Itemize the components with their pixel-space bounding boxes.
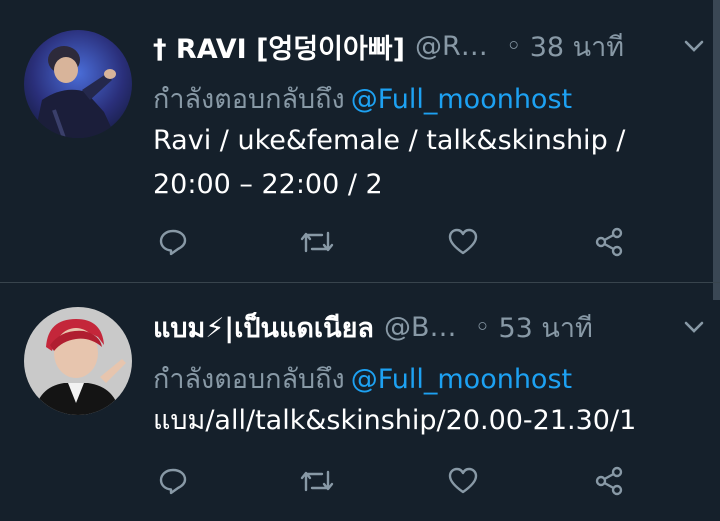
reply-prefix: กำลังตอบกลับถึง	[153, 364, 345, 395]
display-name[interactable]: † RAVI [엉덩이아빠]	[153, 27, 405, 66]
handle[interactable]: @B…	[384, 312, 457, 343]
like-icon[interactable]	[443, 461, 483, 501]
scrollbar[interactable]	[713, 0, 720, 300]
reply-mention-link[interactable]: @Full_moonhost	[351, 364, 572, 395]
retweet-icon[interactable]	[297, 461, 337, 501]
retweet-icon[interactable]	[297, 222, 337, 262]
handle[interactable]: @R…	[415, 31, 488, 62]
reply-mention-link[interactable]: @Full_moonhost	[351, 84, 572, 115]
avatar[interactable]	[24, 307, 132, 415]
tweet-item[interactable]: † RAVI [엉덩이아빠] @R… ◦ 38 นาที กำลังตอบกลั…	[0, 0, 712, 282]
separator-dot: ◦	[474, 311, 491, 343]
timestamp[interactable]: 38 นาที	[530, 25, 624, 68]
like-icon[interactable]	[443, 222, 483, 262]
reply-context: กำลังตอบกลับถึง @Full_moonhost	[153, 77, 572, 120]
chevron-down-icon[interactable]	[680, 36, 708, 56]
tweet-text: Ravi / uke&female / talk&skinship / 20:0…	[153, 125, 626, 200]
chevron-down-icon[interactable]	[680, 317, 708, 337]
tweet-text: แบม/all/talk&skinship/20.00-21.30/1	[153, 405, 637, 436]
reply-icon[interactable]	[153, 461, 193, 501]
action-bar	[153, 461, 643, 501]
separator-dot: ◦	[505, 30, 522, 62]
reply-icon[interactable]	[153, 222, 193, 262]
reply-context: กำลังตอบกลับถึง @Full_moonhost	[153, 357, 572, 400]
action-bar	[153, 222, 643, 262]
timestamp[interactable]: 53 นาที	[498, 306, 592, 349]
reply-prefix: กำลังตอบกลับถึง	[153, 84, 345, 115]
display-name[interactable]: แบม⚡|เป็นแดเนียล	[153, 306, 374, 349]
share-icon[interactable]	[589, 222, 629, 262]
tweet-item[interactable]: แบม⚡|เป็นแดเนียล @B… ◦ 53 นาที กำลังตอบก…	[0, 283, 712, 521]
share-icon[interactable]	[589, 461, 629, 501]
avatar[interactable]	[24, 30, 132, 138]
